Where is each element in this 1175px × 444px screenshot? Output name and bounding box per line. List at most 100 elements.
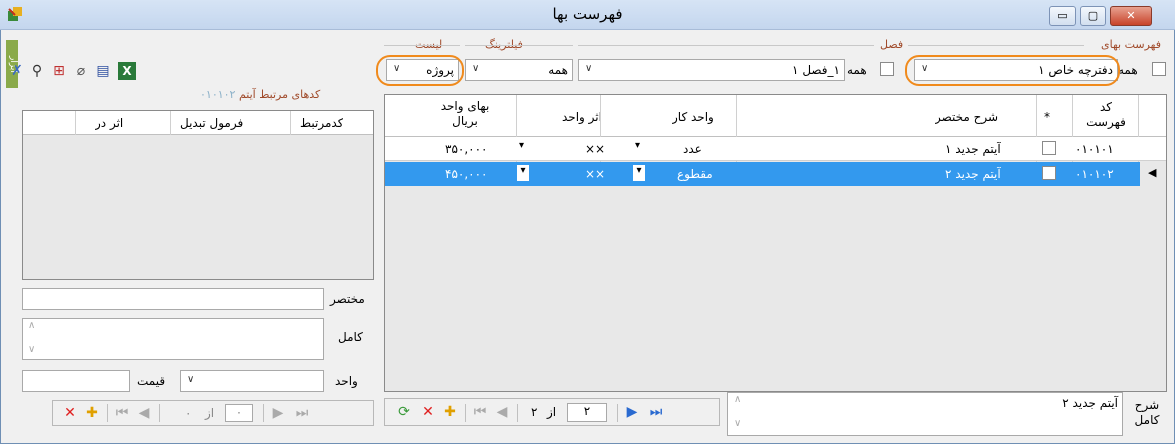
main-nav-current[interactable]: ۲ xyxy=(567,403,607,422)
chapter-select[interactable]: ∨ ۱_فصل ۱ xyxy=(578,59,845,81)
list-highlight xyxy=(376,55,464,86)
wand-icon[interactable]: ✗ xyxy=(8,62,26,80)
edit-refresh-icon[interactable]: ⟳ xyxy=(393,403,415,421)
chevron-down-icon: ∨ xyxy=(472,63,480,74)
full-textarea[interactable] xyxy=(22,318,324,360)
chart-icon[interactable]: ⊞ xyxy=(50,62,68,80)
delete-icon[interactable]: ✕ xyxy=(419,403,437,421)
full-desc-textarea[interactable]: آیتم جدید ۲ xyxy=(727,392,1123,436)
col-unit: واحد کار xyxy=(672,110,714,124)
first-record-icon[interactable]: ⏮ xyxy=(471,403,489,421)
last-record-icon[interactable]: ⏭ xyxy=(647,403,665,421)
related-nav-current[interactable]: ۰ xyxy=(225,404,253,422)
col-code: کد فهرست xyxy=(1086,100,1126,129)
add-icon[interactable]: ✚ xyxy=(441,403,459,421)
app-icon xyxy=(6,5,24,23)
list-group-line xyxy=(384,45,460,46)
full-desc-value: آیتم جدید ۲ xyxy=(1062,396,1118,410)
related-group-code: ۰۱۰۱۰۲ xyxy=(200,88,236,101)
chapter-group-line xyxy=(578,45,874,46)
chapter-value: ۱_فصل ۱ xyxy=(792,63,840,77)
row-desc: آیتم جدید ۲ xyxy=(945,167,1001,181)
table-row[interactable]: ۰۱۰۱۰۱ آیتم جدید ۱ عدد ×× ▾ ۳۵۰,۰۰۰ ▾ xyxy=(385,137,1166,161)
main-nav-of: از xyxy=(547,405,557,419)
excel-icon[interactable]: X xyxy=(118,62,136,80)
row-desc: آیتم جدید ۱ xyxy=(945,142,1001,156)
short-input[interactable] xyxy=(22,288,324,310)
related-col-code: کدمرتبط xyxy=(300,116,344,130)
price-list-all-label: همه xyxy=(1118,63,1138,77)
nav-separator xyxy=(107,404,108,422)
full-desc-label: شرح کامل xyxy=(1134,398,1160,427)
add-icon[interactable]: ✚ xyxy=(83,404,101,422)
price-list-group-line xyxy=(908,45,1084,46)
row-unit-dropdown-icon[interactable]: ▾ xyxy=(635,140,640,151)
related-nav-of: از xyxy=(205,406,215,420)
main-nav-total: ۲ xyxy=(531,405,538,419)
row-price: ۴۵۰,۰۰۰ xyxy=(445,167,488,181)
chapter-all-label: همه xyxy=(847,63,867,77)
row-checkbox[interactable] xyxy=(1042,141,1056,155)
unit-label: واحد xyxy=(335,374,358,388)
chevron-down-icon: ∨ xyxy=(585,63,593,74)
nav-separator xyxy=(159,404,160,422)
table-row[interactable]: ۰۱۰۱۰۲ آیتم جدید ۲ مقطوع ×× ▾ ۴۵۰,۰۰۰ ▾ xyxy=(385,162,1140,186)
chevron-down-icon: ∨ xyxy=(187,374,195,385)
attachment-icon[interactable]: ⌀ xyxy=(72,62,90,80)
full-desc-scroll-up-icon[interactable]: ∧ xyxy=(734,394,741,405)
nav-separator xyxy=(517,404,518,422)
delete-icon[interactable]: ✕ xyxy=(61,404,79,422)
row-unit-dropdown-icon[interactable]: ▾ xyxy=(633,165,645,181)
price-list-highlight xyxy=(905,55,1120,86)
prev-record-icon[interactable]: ◀ xyxy=(493,403,511,421)
related-col-formula: فرمول تبدیل xyxy=(180,116,244,130)
last-record-icon[interactable]: ⏭ xyxy=(293,404,311,422)
row-unit: مقطوع xyxy=(677,167,713,181)
related-nav-bar: ✕ ✚ ⏮ ◀ ۰ از ۰ ▶ ⏭ xyxy=(52,400,374,426)
row-effect: ×× xyxy=(585,142,606,156)
nav-separator xyxy=(465,404,466,422)
first-record-icon[interactable]: ⏮ xyxy=(113,404,131,422)
row-checkbox[interactable] xyxy=(1042,166,1056,180)
chapter-all-checkbox[interactable] xyxy=(880,62,894,76)
price-list-group-label: فهرست بهای xyxy=(1100,38,1161,51)
filtering-select[interactable]: ∨ همه xyxy=(465,59,573,81)
related-codes-grid xyxy=(22,110,374,280)
price-list-all-checkbox[interactable] xyxy=(1152,62,1166,76)
maximize-button[interactable]: ▢ xyxy=(1080,6,1106,26)
chapter-group-label: فصل xyxy=(880,38,904,51)
row-unit: عدد xyxy=(683,142,702,156)
row-effect-dropdown-icon[interactable]: ▾ xyxy=(517,165,529,181)
tools-toolbar: ✗ ⚲ ⊞ ⌀ ▤ X xyxy=(8,60,168,84)
next-record-icon[interactable]: ▶ xyxy=(623,403,641,421)
binoculars-icon[interactable]: ⚲ xyxy=(28,62,46,80)
unit-select[interactable]: ∨ xyxy=(180,370,324,392)
close-button[interactable]: ✕ xyxy=(1110,6,1152,26)
row-code: ۰۱۰۱۰۱ xyxy=(1075,142,1114,156)
related-divider xyxy=(75,111,76,135)
row-effect-dropdown-icon[interactable]: ▾ xyxy=(519,140,524,151)
row-selector-arrow-icon: ◀ xyxy=(1148,166,1157,179)
minimize-button[interactable]: ▭ xyxy=(1049,6,1076,26)
price-label: قیمت xyxy=(137,374,166,388)
report-icon[interactable]: ▤ xyxy=(94,62,112,80)
nav-separator xyxy=(263,404,264,422)
related-group-title: کدهای مرتبط آیتم xyxy=(238,88,321,101)
nav-separator xyxy=(617,404,618,422)
row-price: ۳۵۰,۰۰۰ xyxy=(445,142,488,156)
col-star: * xyxy=(1044,110,1050,124)
scroll-down-icon[interactable]: ∨ xyxy=(28,344,35,355)
related-divider xyxy=(290,111,291,135)
price-input[interactable] xyxy=(22,370,130,392)
next-record-icon[interactable]: ▶ xyxy=(269,404,287,422)
related-col-effect: اثر در xyxy=(95,116,124,130)
full-desc-scroll-down-icon[interactable]: ∨ xyxy=(734,418,741,429)
scroll-up-icon[interactable]: ∧ xyxy=(28,320,35,331)
col-effect: اثر واحد xyxy=(562,110,602,124)
filtering-value: همه xyxy=(548,63,568,77)
related-nav-total: ۰ xyxy=(185,406,192,420)
prev-record-icon[interactable]: ◀ xyxy=(135,404,153,422)
main-nav-bar: ⟳ ✕ ✚ ⏮ ◀ ۲ از ۲ ▶ ⏭ xyxy=(384,398,720,426)
short-label: مختصر xyxy=(330,292,365,306)
col-price: بهای واحد بریال xyxy=(440,99,490,128)
